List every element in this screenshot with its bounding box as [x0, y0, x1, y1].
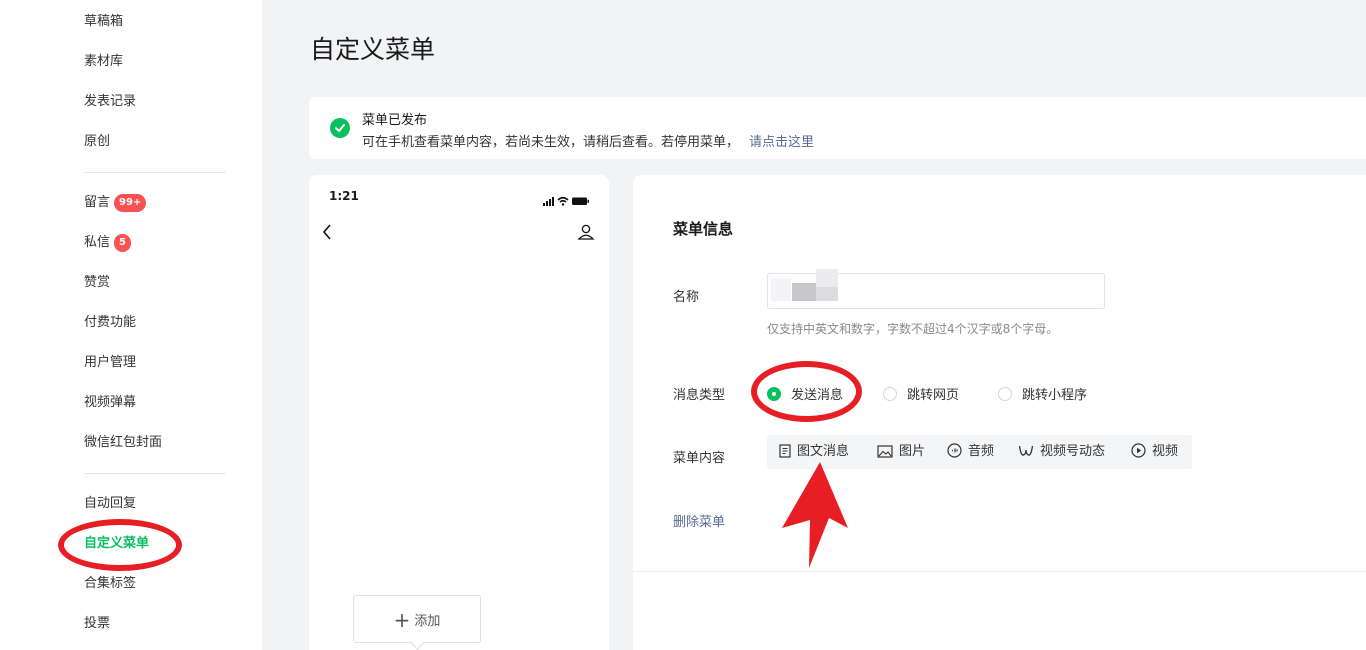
content-type-label: 图片: [899, 444, 926, 459]
sidebar-item-paid-features[interactable]: 付费功能: [84, 313, 136, 333]
section-title: 菜单信息: [673, 220, 734, 238]
phone-preview: 1:21 + 添加: [309, 175, 609, 650]
content-type-toolbar: 图文消息 图片 音频 视频号动态 视频: [767, 435, 1192, 469]
message-type-label: 消息类型: [673, 388, 726, 403]
sidebar-item-messages[interactable]: 私信 5: [84, 233, 131, 253]
user-profile-icon[interactable]: [577, 223, 595, 245]
sidebar-item-comments[interactable]: 留言 99+: [84, 193, 147, 213]
blurred-name-text: [792, 283, 816, 301]
sidebar-item-label: 私信: [84, 235, 111, 250]
article-icon: [779, 444, 791, 458]
sidebar-item-rewards[interactable]: 赞赏: [84, 273, 110, 293]
image-icon: [877, 445, 893, 458]
radio-send-message[interactable]: 发送消息: [767, 384, 843, 403]
radio-label: 跳转小程序: [1022, 388, 1088, 403]
content-type-channels[interactable]: 视频号动态: [1018, 435, 1105, 469]
sidebar-item-label: 留言: [84, 195, 111, 210]
sidebar-item-user-management[interactable]: 用户管理: [84, 353, 136, 373]
sidebar-item-voting[interactable]: 投票: [84, 614, 110, 634]
page-title: 自定义菜单: [310, 35, 436, 64]
sidebar: 草稿箱 素材库 发表记录 原创 留言 99+ 私信 5 赞赏 付费功能 用户管理 视…: [0, 0, 262, 650]
channels-icon: [1018, 445, 1034, 456]
sidebar-divider: [84, 172, 226, 173]
sidebar-item-red-packet-cover[interactable]: 微信红包封面: [84, 433, 162, 453]
menu-content-label: 菜单内容: [673, 451, 726, 466]
sidebar-item-original[interactable]: 原创: [84, 132, 110, 152]
publish-notice: 菜单已发布 可在手机查看菜单内容，若尚未生效，请稍后查看。若停用菜单， 请点击这里: [309, 97, 1366, 159]
radio-jump-webpage[interactable]: 跳转网页: [883, 384, 959, 403]
button-pointer: [411, 637, 424, 650]
content-type-label: 音频: [968, 444, 995, 459]
editor-divider: [633, 571, 1366, 572]
radio-dot: [998, 387, 1012, 401]
delete-menu-link[interactable]: 删除菜单: [673, 511, 725, 530]
content-type-label: 视频: [1152, 444, 1179, 459]
disable-menu-link[interactable]: 请点击这里: [749, 135, 814, 150]
menu-editor-panel: 菜单信息 名称 仅支持中英文和数字，字数不超过4个汉字或8个字母。 消息类型 发…: [633, 175, 1366, 650]
content-type-label: 视频号动态: [1040, 444, 1106, 459]
notice-description: 可在手机查看菜单内容，若尚未生效，请稍后查看。若停用菜单， 请点击这里: [362, 131, 814, 150]
phone-status-icons: [543, 191, 591, 210]
radio-label: 发送消息: [791, 388, 844, 403]
blurred-name-text: [771, 279, 791, 301]
add-menu-button[interactable]: + 添加: [353, 595, 481, 650]
audio-icon: [947, 443, 962, 458]
name-label: 名称: [673, 290, 700, 305]
sidebar-item-video-danmaku[interactable]: 视频弹幕: [84, 393, 136, 413]
content-type-video[interactable]: 视频: [1131, 435, 1178, 469]
blurred-name-text: [816, 287, 838, 301]
radio-dot: [883, 387, 897, 401]
sidebar-item-materials[interactable]: 素材库: [84, 52, 123, 72]
signal-wifi-battery-icon: [543, 196, 589, 206]
content-type-article[interactable]: 图文消息: [779, 435, 849, 469]
notice-text: 可在手机查看菜单内容，若尚未生效，请稍后查看。若停用菜单，: [362, 135, 740, 150]
messages-count-badge: 5: [114, 234, 131, 252]
sidebar-divider: [84, 473, 226, 474]
video-play-icon: [1131, 443, 1146, 458]
blurred-name-text: [816, 269, 838, 287]
notice-title: 菜单已发布: [362, 113, 428, 128]
success-check-icon: [330, 118, 350, 138]
content-type-label: 图文消息: [797, 444, 850, 459]
add-menu-label: 添加: [414, 614, 441, 629]
name-hint: 仅支持中英文和数字，字数不超过4个汉字或8个字母。: [767, 322, 1059, 336]
sidebar-item-drafts[interactable]: 草稿箱: [84, 12, 123, 32]
sidebar-item-auto-reply[interactable]: 自动回复: [84, 494, 136, 514]
radio-jump-miniprogram[interactable]: 跳转小程序: [998, 384, 1087, 403]
phone-status-time: 1:21: [329, 189, 359, 203]
radio-label: 跳转网页: [907, 388, 960, 403]
content-type-image[interactable]: 图片: [877, 435, 925, 469]
plus-icon: +: [393, 608, 411, 632]
radio-dot: [767, 387, 781, 401]
comments-count-badge: 99+: [114, 194, 147, 212]
sidebar-item-collections-tags[interactable]: 合集标签: [84, 574, 136, 594]
back-arrow-icon[interactable]: [321, 223, 333, 245]
sidebar-item-publish-records[interactable]: 发表记录: [84, 92, 136, 112]
content-type-audio[interactable]: 音频: [947, 435, 994, 469]
sidebar-item-custom-menu[interactable]: 自定义菜单: [84, 534, 149, 554]
